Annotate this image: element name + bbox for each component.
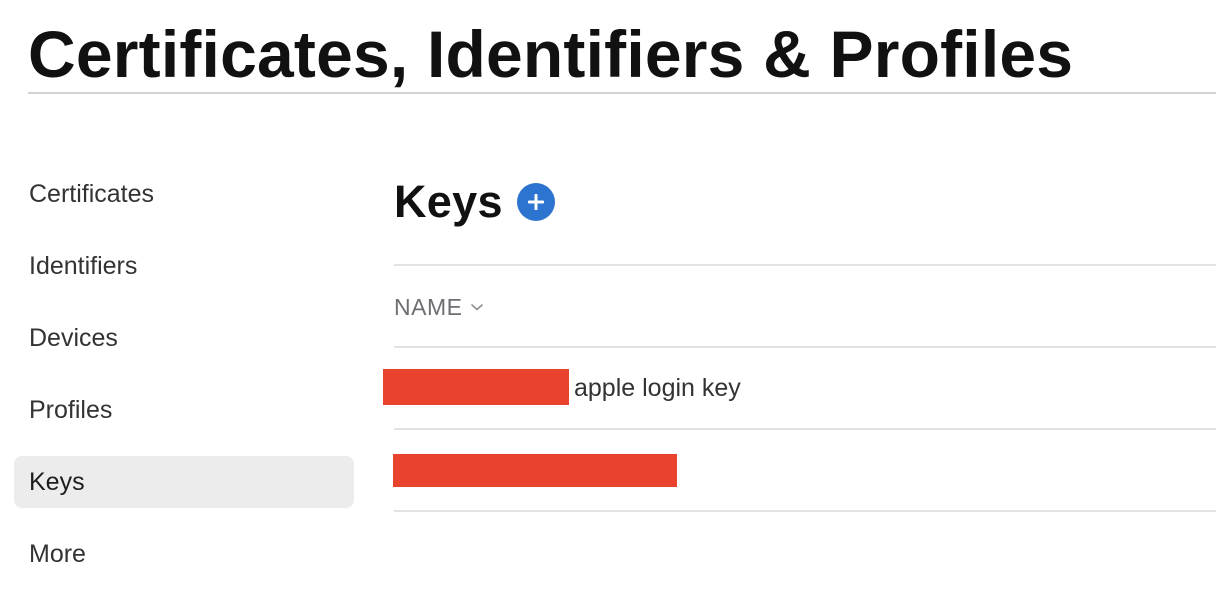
key-name-suffix: apple login key [574,374,741,402]
sidebar-item-identifiers[interactable]: Identifiers [14,240,354,292]
sidebar-item-label: Keys [29,467,85,496]
redacted-block [393,454,677,487]
table-top-divider [394,264,1216,266]
redacted-block [383,369,569,405]
sidebar-item-profiles[interactable]: Profiles [14,384,354,436]
sidebar-item-certificates[interactable]: Certificates [14,168,354,220]
sidebar-item-more[interactable]: More [14,528,354,580]
sidebar: Certificates Identifiers Devices Profile… [14,168,354,600]
title-divider [28,92,1216,94]
table-row[interactable] [383,430,1216,510]
sidebar-item-keys[interactable]: Keys [14,456,354,508]
sidebar-item-label: Identifiers [29,251,138,280]
add-key-button[interactable] [516,183,555,221]
plus-circle-icon [527,194,544,210]
page-title: Certificates, Identifiers & Profiles [28,17,1074,91]
section-header: Keys [394,172,555,232]
sidebar-item-devices[interactable]: Devices [14,312,354,364]
chevron-down-icon [470,302,484,312]
row-divider [394,510,1216,512]
table-row[interactable]: apple login key [383,348,1216,428]
sidebar-item-label: More [29,539,86,568]
sidebar-item-label: Certificates [29,179,155,208]
name-column-header[interactable]: NAME [394,286,484,328]
column-header-label: NAME [394,293,463,320]
section-title: Keys [394,176,503,227]
sidebar-item-label: Profiles [29,395,113,424]
sidebar-item-label: Devices [29,323,118,352]
